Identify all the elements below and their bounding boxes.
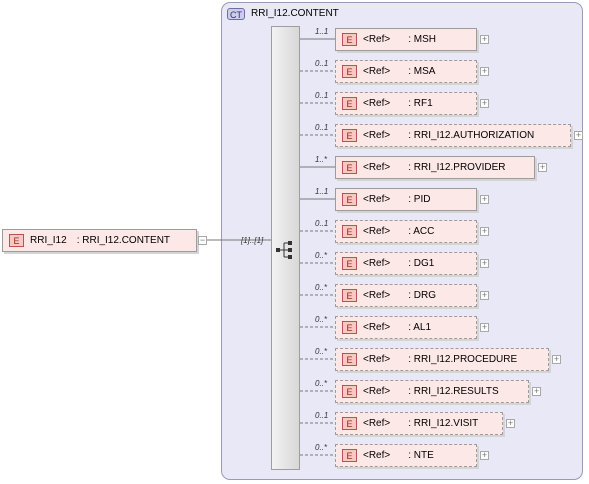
cardinality-label: 0..1 [315, 219, 329, 228]
element-name: : MSH [408, 34, 437, 45]
element-badge: E [342, 449, 357, 462]
ref-label: <Ref> [363, 66, 391, 77]
element-badge: E [342, 129, 357, 142]
element-visit[interactable]: E <Ref> : RRI_I12.VISIT [335, 412, 503, 435]
element-results[interactable]: E <Ref> : RRI_I12.RESULTS [335, 380, 529, 403]
expand-icon[interactable]: + [480, 35, 489, 44]
element-badge: E [342, 193, 357, 206]
cardinality-label: 0..* [315, 315, 328, 324]
ref-label: <Ref> [363, 162, 391, 173]
element-name: : RF1 [408, 98, 433, 109]
cardinality-label: 0..* [315, 251, 328, 260]
element-name: : NTE [408, 450, 434, 461]
element-name: : DG1 [408, 258, 435, 269]
branch-lines [300, 38, 335, 456]
expand-icon[interactable]: + [480, 323, 489, 332]
element-nte[interactable]: E <Ref> : NTE [335, 444, 477, 467]
ref-label: <Ref> [363, 354, 391, 365]
element-badge: E [342, 417, 357, 430]
cardinality-label: 0..1 [315, 59, 329, 68]
element-procedure[interactable]: E <Ref> : RRI_I12.PROCEDURE [335, 348, 549, 371]
element-badge: E [342, 353, 357, 366]
expand-icon[interactable]: + [574, 131, 583, 140]
expand-icon[interactable]: + [506, 419, 515, 428]
element-badge: E [342, 321, 357, 334]
element-name: : MSA [408, 66, 436, 77]
ref-label: <Ref> [363, 258, 391, 269]
element-name: : ACC [408, 226, 435, 237]
element-name: : RRI_I12.RESULTS [408, 386, 499, 397]
element-dg1[interactable]: E <Ref> : DG1 [335, 252, 477, 275]
ref-label: <Ref> [363, 226, 391, 237]
cardinality-label: 0..1 [315, 123, 329, 132]
element-rf1[interactable]: E <Ref> : RF1 [335, 92, 477, 115]
element-name: : RRI_I12.PROVIDER [408, 162, 506, 173]
ref-label: <Ref> [363, 418, 391, 429]
element-badge: E [342, 257, 357, 270]
expand-icon[interactable]: + [532, 387, 541, 396]
collapse-icon[interactable]: − [198, 236, 207, 245]
element-badge: E [342, 289, 357, 302]
element-msa[interactable]: E <Ref> : MSA [335, 60, 477, 83]
element-name: : RRI_I12.PROCEDURE [408, 354, 518, 365]
element-provider[interactable]: E <Ref> : RRI_I12.PROVIDER [335, 156, 535, 179]
element-name: : RRI_I12.VISIT [408, 418, 479, 429]
element-authorization[interactable]: E <Ref> : RRI_I12.AUTHORIZATION [335, 124, 571, 147]
ref-label: <Ref> [363, 450, 391, 461]
root-element-name: RRI_I12 [30, 235, 67, 246]
element-badge: E [342, 385, 357, 398]
cardinality-label: 0..* [315, 283, 328, 292]
element-name: : DRG [408, 290, 437, 301]
cardinality-label: 1..1 [315, 27, 329, 36]
ref-label: <Ref> [363, 290, 391, 301]
ref-label: <Ref> [363, 98, 391, 109]
root-element[interactable]: E RRI_I12 : RRI_I12.CONTENT [2, 229, 197, 252]
element-msh[interactable]: E <Ref> : MSH [335, 28, 477, 51]
cardinality-label: 0..* [315, 347, 328, 356]
element-drg[interactable]: E <Ref> : DRG [335, 284, 477, 307]
element-badge: E [342, 65, 357, 78]
root-cardinality: [1]..[1] [241, 236, 264, 245]
element-pid[interactable]: E <Ref> : PID [335, 188, 477, 211]
expand-icon[interactable]: + [480, 291, 489, 300]
expand-icon[interactable]: + [480, 451, 489, 460]
ref-label: <Ref> [363, 194, 391, 205]
expand-icon[interactable]: + [480, 227, 489, 236]
ref-label: <Ref> [363, 130, 391, 141]
cardinality-label: 0..* [315, 379, 328, 388]
root-element-type: : RRI_I12.CONTENT [76, 235, 171, 246]
ref-label: <Ref> [363, 322, 391, 333]
ref-label: <Ref> [363, 34, 391, 45]
element-badge: E [342, 33, 357, 46]
expand-icon[interactable]: + [538, 163, 547, 172]
element-name: : PID [408, 194, 431, 205]
element-name: : RRI_I12.AUTHORIZATION [408, 130, 535, 141]
sequence-icon [276, 241, 292, 259]
cardinality-label: 1..1 [315, 187, 329, 196]
element-acc[interactable]: E <Ref> : ACC [335, 220, 477, 243]
element-badge: E [9, 234, 24, 247]
expand-icon[interactable]: + [552, 355, 561, 364]
element-al1[interactable]: E <Ref> : AL1 [335, 316, 477, 339]
cardinality-label: 0..1 [315, 91, 329, 100]
cardinality-label: 0..* [315, 443, 328, 452]
expand-icon[interactable]: + [480, 195, 489, 204]
element-name: : AL1 [408, 322, 432, 333]
expand-icon[interactable]: + [480, 99, 489, 108]
element-badge: E [342, 97, 357, 110]
expand-icon[interactable]: + [480, 67, 489, 76]
element-badge: E [342, 225, 357, 238]
ref-label: <Ref> [363, 386, 391, 397]
cardinality-label: 0..1 [315, 411, 329, 420]
expand-icon[interactable]: + [480, 259, 489, 268]
element-badge: E [342, 161, 357, 174]
cardinality-label: 1..* [315, 155, 328, 164]
